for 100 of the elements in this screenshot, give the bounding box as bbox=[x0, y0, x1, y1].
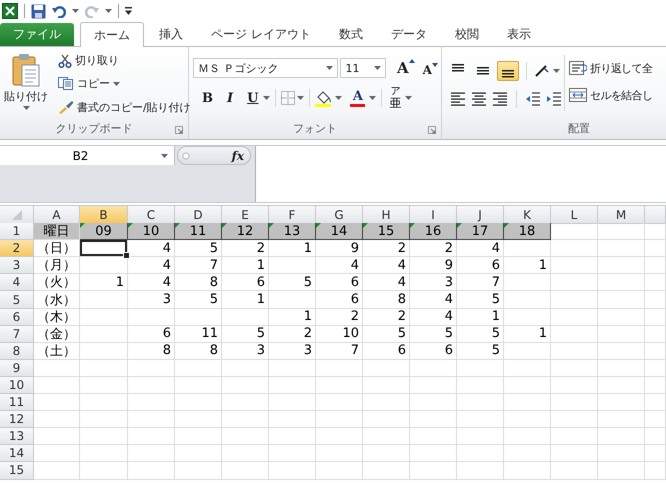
align-left-icon[interactable] bbox=[450, 92, 466, 106]
table-cell: 5 bbox=[363, 326, 410, 343]
header-cell: 10 bbox=[128, 223, 175, 240]
bold-button[interactable]: B bbox=[199, 88, 216, 108]
merge-cells-button[interactable]: セルを結合し bbox=[567, 84, 654, 106]
empty-cell bbox=[269, 394, 316, 412]
column-header[interactable]: D bbox=[175, 206, 222, 224]
dialog-launcher-icon[interactable] bbox=[428, 126, 436, 134]
ribbon-tab[interactable]: データ bbox=[378, 23, 440, 46]
row-header[interactable]: 9 bbox=[0, 360, 34, 377]
increase-indent-icon[interactable] bbox=[546, 92, 562, 106]
column-header[interactable]: I bbox=[410, 206, 457, 224]
table-cell: 4 bbox=[363, 257, 410, 274]
font-color-button[interactable]: A bbox=[348, 89, 368, 107]
empty-cell bbox=[645, 360, 666, 377]
column-header[interactable]: G bbox=[316, 206, 363, 224]
empty-cell bbox=[222, 411, 269, 428]
header-cell: 12 bbox=[222, 223, 269, 240]
column-header[interactable]: B bbox=[80, 206, 128, 224]
row-header[interactable]: 14 bbox=[0, 445, 34, 462]
scissors-icon bbox=[58, 54, 72, 68]
paste-button[interactable]: 貼り付け bbox=[0, 47, 52, 121]
ribbon-tab[interactable]: 校閲 bbox=[442, 23, 492, 46]
font-name-field[interactable]: ＭＳ Ｐゴシック bbox=[193, 58, 338, 78]
text-orientation-icon[interactable] bbox=[534, 64, 550, 78]
insert-function-button[interactable]: fx bbox=[177, 146, 251, 165]
save-icon[interactable] bbox=[31, 4, 46, 18]
row-header[interactable]: 11 bbox=[0, 394, 34, 412]
table-cell: 4 bbox=[316, 257, 363, 274]
name-box[interactable]: B2 bbox=[0, 146, 175, 165]
ribbon-tab[interactable]: 数式 bbox=[326, 23, 376, 46]
row-header[interactable]: 4 bbox=[0, 274, 34, 292]
table-cell: 2 bbox=[316, 308, 363, 326]
paste-menu-icon bbox=[22, 106, 30, 110]
decrease-indent-icon[interactable] bbox=[525, 92, 541, 106]
column-header[interactable]: L bbox=[551, 206, 598, 224]
column-header[interactable]: H bbox=[363, 206, 410, 224]
table-cell: （木） bbox=[34, 308, 80, 326]
copy-button[interactable]: コピー bbox=[56, 72, 193, 95]
row-header[interactable]: 8 bbox=[0, 342, 34, 360]
column-header[interactable]: F bbox=[269, 206, 316, 224]
spreadsheet-logo-icon[interactable] bbox=[2, 3, 18, 19]
row-header[interactable]: 12 bbox=[0, 411, 34, 428]
wrap-text-button[interactable]: 折り返して全 bbox=[567, 57, 654, 79]
column-header[interactable]: C bbox=[128, 206, 175, 224]
font-size-field[interactable]: 11 bbox=[340, 58, 386, 78]
caret-icon bbox=[405, 96, 412, 100]
row-header[interactable]: 10 bbox=[0, 376, 34, 394]
borders-icon[interactable] bbox=[281, 91, 296, 105]
format-painter-button[interactable]: 書式のコピー/貼り付け bbox=[56, 96, 193, 118]
cut-button[interactable]: 切り取り bbox=[56, 50, 193, 72]
column-header[interactable]: K bbox=[504, 206, 551, 224]
row-header[interactable]: 1 bbox=[0, 223, 34, 240]
empty-cell bbox=[598, 223, 645, 240]
column-header[interactable]: M bbox=[598, 206, 645, 224]
header-cell: 14 bbox=[316, 223, 363, 240]
row-header[interactable]: 2 bbox=[0, 240, 34, 258]
file-tab[interactable]: ファイル bbox=[0, 23, 74, 46]
italic-button[interactable]: I bbox=[224, 88, 236, 108]
row-header[interactable]: 7 bbox=[0, 326, 34, 343]
align-right-icon[interactable] bbox=[492, 92, 508, 106]
row-header[interactable]: 6 bbox=[0, 308, 34, 326]
empty-cell bbox=[457, 360, 504, 377]
grow-font-button[interactable]: A bbox=[394, 57, 418, 79]
ribbon-tab[interactable]: 表示 bbox=[494, 23, 544, 46]
active-cell[interactable] bbox=[80, 240, 128, 258]
row-header[interactable]: 13 bbox=[0, 428, 34, 446]
fill-handle[interactable] bbox=[123, 252, 130, 260]
empty-cell bbox=[410, 376, 457, 394]
undo-icon[interactable] bbox=[52, 4, 66, 18]
align-center-icon[interactable] bbox=[471, 92, 487, 106]
table-cell: 2 bbox=[363, 308, 410, 326]
empty-cell bbox=[551, 308, 598, 326]
row-header[interactable]: 3 bbox=[0, 257, 34, 274]
lines-icon bbox=[477, 67, 489, 75]
dialog-launcher-icon[interactable] bbox=[175, 126, 183, 134]
table-cell: 3 bbox=[222, 342, 269, 360]
empty-cell bbox=[598, 326, 645, 343]
table-cell: 10 bbox=[316, 326, 363, 343]
ribbon-tab[interactable]: ホーム bbox=[80, 22, 144, 47]
phonetic-guide-button[interactable]: ア 亜 bbox=[387, 87, 404, 109]
handle-icon[interactable] bbox=[182, 152, 190, 160]
column-header[interactable]: A bbox=[34, 206, 80, 224]
fill-color-icon[interactable] bbox=[315, 90, 334, 106]
empty-cell bbox=[410, 445, 457, 462]
column-header[interactable]: J bbox=[457, 206, 504, 224]
underline-button[interactable]: U bbox=[244, 88, 262, 108]
empty-cell bbox=[645, 445, 666, 462]
column-header[interactable]: E bbox=[222, 206, 269, 224]
customize-toolbar-icon[interactable] bbox=[125, 7, 132, 15]
row-header[interactable]: 15 bbox=[0, 462, 34, 480]
ribbon-tab[interactable]: ページ レイアウト bbox=[198, 23, 324, 46]
empty-cell bbox=[504, 291, 551, 309]
align-bottom-button[interactable] bbox=[497, 61, 519, 81]
empty-cell bbox=[504, 308, 551, 326]
shrink-font-button[interactable]: A bbox=[420, 60, 441, 78]
ribbon-tab[interactable]: 挿入 bbox=[146, 23, 196, 46]
empty-cell bbox=[175, 394, 222, 412]
formula-input[interactable] bbox=[256, 146, 666, 202]
row-header[interactable]: 5 bbox=[0, 291, 34, 309]
